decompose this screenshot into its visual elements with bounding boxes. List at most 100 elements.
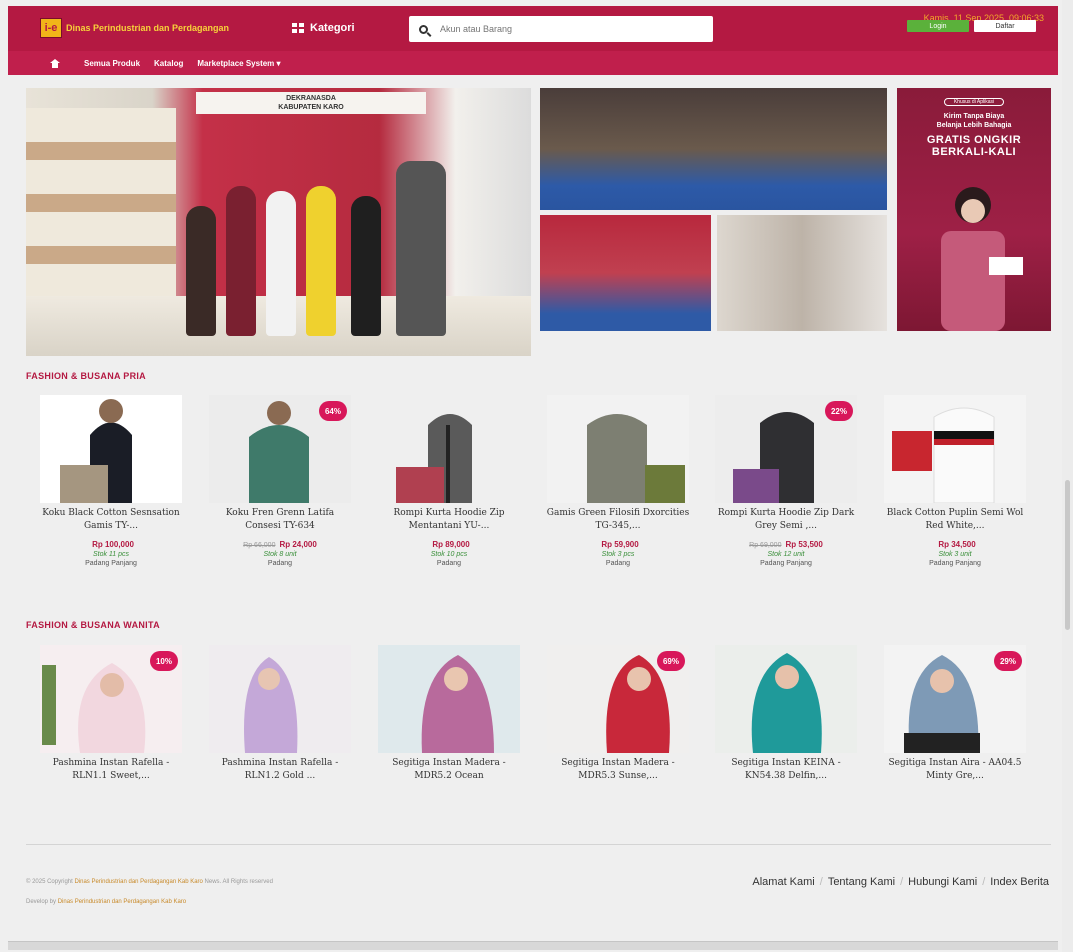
product-name[interactable]: Segitiga Instan Madera - MDR5.3 Sunse,..…: [543, 757, 693, 783]
register-button[interactable]: Daftar: [974, 20, 1036, 32]
product-card[interactable]: 29% Segitiga Instan Aira - AA04.5 Minty …: [880, 645, 1030, 783]
banner-main[interactable]: DEKRANASDA KABUPATEN KARO: [26, 88, 531, 356]
product-name[interactable]: Koku Fren Grenn Latifa Consesi TY-634: [205, 507, 355, 533]
shelf-image: [26, 108, 176, 328]
home-icon[interactable]: [50, 58, 60, 68]
section-title-pria: FASHION & BUSANA PRIA: [26, 371, 146, 381]
footer-link-index-berita[interactable]: Index Berita: [990, 876, 1049, 888]
product-card[interactable]: 64% Koku Fren Grenn Latifa Consesi TY-63…: [205, 395, 355, 567]
product-name[interactable]: Pashmina Instan Rafella - RLN1.2 Gold ..…: [205, 757, 355, 783]
person-figure: [306, 186, 336, 336]
product-image: [209, 645, 351, 753]
grid-icon: [292, 23, 304, 33]
product-price: Rp 100,000: [92, 540, 134, 549]
main-nav: Semua Produk Katalog Marketplace System …: [8, 51, 1058, 75]
product-location: Padang Panjang: [760, 560, 812, 567]
footer-link-hubungi[interactable]: Hubungi Kami: [908, 876, 977, 888]
product-stock: Stok 8 unit: [263, 551, 297, 558]
product-image: [378, 395, 520, 503]
footer-link-tentang[interactable]: Tentang Kami: [828, 876, 895, 888]
nav-item-marketplace[interactable]: Marketplace System ▾: [197, 59, 280, 68]
product-card[interactable]: 69% Segitiga Instan Madera - MDR5.3 Suns…: [543, 645, 693, 783]
footer-copyright: © 2025 Copyright Dinas Perindustrian dan…: [26, 879, 273, 905]
search-bar[interactable]: [409, 16, 713, 42]
product-image: 69%: [547, 645, 689, 753]
product-name[interactable]: Rompi Kurta Hoodie Zip Mentantani YU-...: [374, 507, 524, 533]
product-name[interactable]: Black Cotton Puplin Semi Wol Red White,.…: [880, 507, 1030, 533]
product-card[interactable]: Koku Black Cotton Sesnsation Gamis TY-..…: [36, 395, 186, 567]
product-price: Rp 89,000: [432, 540, 470, 549]
copyright-org-link[interactable]: Dinas Perindustrian dan Perdagangan Kab …: [74, 879, 202, 885]
logo-icon: i-e: [40, 18, 62, 38]
banner-bottom-left[interactable]: [540, 215, 711, 331]
product-price: Rp 69,000 Rp 53,500: [749, 540, 823, 549]
product-card[interactable]: Gamis Green Filosifi Dxorcities TG-345,.…: [543, 395, 693, 567]
product-card[interactable]: Black Cotton Puplin Semi Wol Red White,.…: [880, 395, 1030, 567]
product-image: [547, 395, 689, 503]
product-stock: Stok 11 pcs: [92, 551, 130, 558]
site-logo[interactable]: i-e Dinas Perindustrian dan Perdagangan: [40, 15, 258, 41]
product-card[interactable]: Rompi Kurta Hoodie Zip Mentantani YU-...…: [374, 395, 524, 567]
discount-badge: 69%: [657, 651, 685, 671]
product-name[interactable]: Gamis Green Filosifi Dxorcities TG-345,.…: [543, 507, 693, 533]
product-name[interactable]: Koku Black Cotton Sesnsation Gamis TY-..…: [36, 507, 186, 533]
product-name[interactable]: Segitiga Instan Aira - AA04.5 Minty Gre,…: [880, 757, 1030, 783]
product-stock: Stok 3 unit: [938, 551, 972, 558]
banner-sign: DEKRANASDA KABUPATEN KARO: [196, 92, 426, 114]
product-location: Padang: [267, 560, 293, 567]
product-image: [378, 645, 520, 753]
banner-bottom-middle[interactable]: [717, 215, 887, 331]
discount-badge: 29%: [994, 651, 1022, 671]
product-name[interactable]: Pashmina Instan Rafella - RLN1.1 Sweet,.…: [36, 757, 186, 783]
product-stock: Stok 12 unit: [767, 551, 805, 558]
promo-model-image: [941, 187, 1023, 331]
product-price: Rp 66,000 Rp 24,000: [243, 540, 317, 549]
product-card[interactable]: Segitiga Instan Madera - MDR5.2 Ocean: [374, 645, 524, 783]
developer-link[interactable]: Dinas Perindustrian dan Perdagangan Kab …: [58, 899, 186, 905]
product-name[interactable]: Rompi Kurta Hoodie Zip Dark Grey Semi ,.…: [711, 507, 861, 533]
scrollbar-thumb[interactable]: [1065, 480, 1070, 630]
kategori-button[interactable]: Kategori: [292, 22, 355, 34]
product-card[interactable]: Pashmina Instan Rafella - RLN1.2 Gold ..…: [205, 645, 355, 783]
horizontal-scrollbar[interactable]: [8, 941, 1058, 950]
person-figure: [396, 161, 446, 336]
person-figure: [226, 186, 256, 336]
kategori-label: Kategori: [310, 22, 355, 34]
footer-divider: [26, 844, 1051, 845]
product-card[interactable]: 22% Rompi Kurta Hoodie Zip Dark Grey Sem…: [711, 395, 861, 567]
promo-title: GRATIS ONGKIR BERKALI-KALI: [926, 134, 1022, 158]
person-figure: [186, 206, 216, 336]
site-name: Dinas Perindustrian dan Perdagangan: [66, 23, 230, 33]
discount-badge: 22%: [825, 401, 853, 421]
product-stock: Stok 3 pcs: [601, 551, 635, 558]
search-input[interactable]: [440, 24, 700, 34]
product-location: Padang: [605, 560, 631, 567]
promo-tag: Khusus di Aplikasi: [944, 98, 1004, 106]
product-card[interactable]: Segitiga Instan KEINA - KN54.38 Delfin,.…: [711, 645, 861, 783]
nav-item-katalog[interactable]: Katalog: [154, 59, 183, 68]
login-button[interactable]: Login: [907, 20, 969, 32]
product-name[interactable]: Segitiga Instan Madera - MDR5.2 Ocean: [374, 757, 524, 783]
nav-item-semua-produk[interactable]: Semua Produk: [84, 59, 140, 68]
person-figure: [351, 196, 381, 336]
product-image: 29%: [884, 645, 1026, 753]
product-stock: Stok 10 pcs: [430, 551, 468, 558]
product-location: Padang: [436, 560, 462, 567]
banner-top-right[interactable]: [540, 88, 887, 210]
banner-promo[interactable]: Khusus di Aplikasi Kirim Tanpa Biaya Bel…: [897, 88, 1051, 331]
person-figure: [266, 191, 296, 336]
product-image: 22%: [715, 395, 857, 503]
footer-links: Alamat Kami / Tentang Kami / Hubungi Kami /…: [752, 876, 1049, 888]
product-image: [40, 395, 182, 503]
product-location: Padang Panjang: [929, 560, 981, 567]
footer-link-alamat[interactable]: Alamat Kami: [752, 876, 814, 888]
discount-badge: 10%: [150, 651, 178, 671]
vertical-scrollbar[interactable]: [1062, 0, 1073, 952]
top-header: i-e Dinas Perindustrian dan Perdagangan …: [8, 6, 1058, 51]
product-name[interactable]: Segitiga Instan KEINA - KN54.38 Delfin,.…: [711, 757, 861, 783]
product-image: 10%: [40, 645, 182, 753]
product-image: [884, 395, 1026, 503]
product-card[interactable]: 10% Pashmina Instan Rafella - RLN1.1 Swe…: [36, 645, 186, 783]
product-price: Rp 34,500: [938, 540, 976, 549]
product-image: [715, 645, 857, 753]
